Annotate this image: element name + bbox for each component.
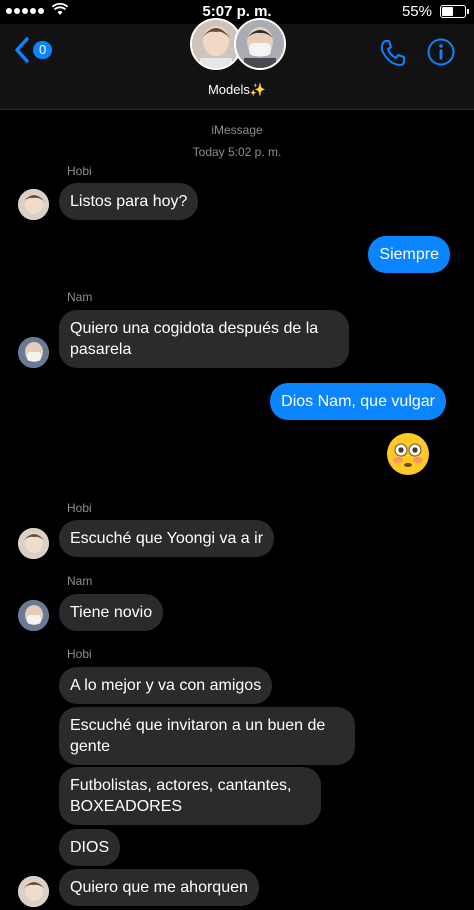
back-button[interactable]: 0 [14,37,53,63]
phone-icon[interactable] [378,38,408,68]
incoming-message[interactable]: Tiene novio [59,594,164,631]
avatar [18,337,49,368]
incoming-message[interactable]: A lo mejor y va con amigos [59,667,273,704]
thread-timestamp: Today 5:02 p. m. [192,145,282,159]
avatar [18,189,49,220]
incoming-message[interactable]: Quiero una cogidota después de la pasare… [59,310,349,368]
service-label: iMessage [211,123,263,137]
group-avatars[interactable] [190,18,286,70]
battery-percentage: 55% [401,3,432,20]
incoming-message[interactable]: Listos para hoy? [59,183,199,220]
info-icon[interactable] [427,38,455,66]
flushed-face-emoji[interactable] [386,432,430,476]
group-title[interactable]: Models✨ [0,82,474,98]
incoming-message[interactable]: Futbolistas, actores, cantantes, BOXEADO… [59,767,321,825]
incoming-message[interactable]: Quiero que me ahorquen [59,869,259,906]
outgoing-message[interactable]: Siempre [368,236,450,273]
incoming-message[interactable]: Escuché que invitaron a un buen de gente [59,707,355,765]
sender-name: Nam [67,574,93,588]
sender-name: Nam [67,290,93,304]
group-avatar-2 [234,18,286,70]
chevron-left-icon [15,37,29,63]
sender-name: Hobi [67,164,92,178]
avatar [18,528,49,559]
avatar [18,876,49,907]
incoming-message[interactable]: DIOS [59,829,121,866]
incoming-message[interactable]: Escuché que Yoongi va a ir [59,520,275,557]
sender-name: Hobi [67,647,92,661]
avatar [18,600,49,631]
battery-icon [440,5,469,18]
outgoing-message[interactable]: Dios Nam, que vulgar [270,383,446,420]
conversation-header: 0 Models✨ [0,18,474,110]
unread-count-badge: 0 [33,41,53,59]
sender-name: Hobi [67,501,92,515]
